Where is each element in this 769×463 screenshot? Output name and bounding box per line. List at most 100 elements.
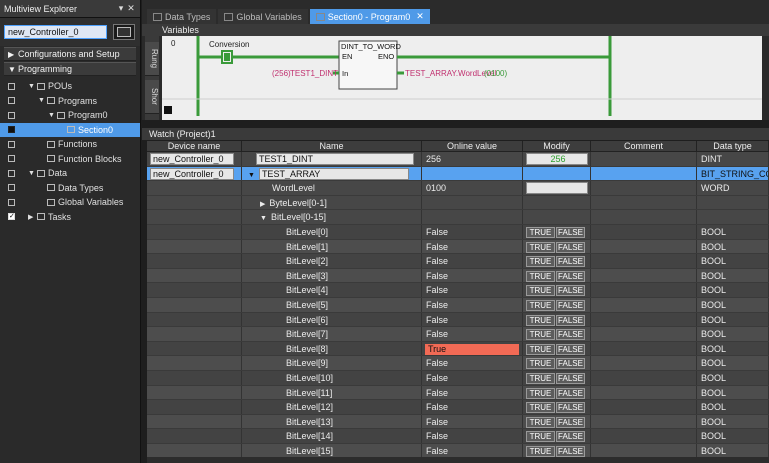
modify-cell[interactable]: TRUE FALSE <box>523 297 591 312</box>
set-false-button[interactable]: FALSE <box>556 416 585 428</box>
name-cell[interactable]: ▼ BitLevel[0-15] <box>242 210 422 224</box>
device-name-cell[interactable] <box>147 312 242 327</box>
tab-global-variables[interactable]: Global Variables <box>218 9 308 24</box>
watch-row[interactable]: BitLevel[6] False TRUE FALSE BOOL <box>147 312 769 328</box>
tree-item-functions[interactable]: Functions <box>0 137 140 152</box>
watch-row[interactable]: BitLevel[8] True TRUE FALSE BOOL <box>147 341 769 357</box>
watch-row[interactable]: BitLevel[14] False TRUE FALSE BOOL <box>147 429 769 444</box>
col-device-name[interactable]: Device name <box>147 141 242 151</box>
modify-cell[interactable]: TRUE FALSE <box>523 414 591 429</box>
set-true-button[interactable]: TRUE <box>526 329 555 341</box>
tree-item-function-blocks[interactable]: Function Blocks <box>0 152 140 167</box>
col-data-type[interactable]: Data type <box>697 141 769 151</box>
name-cell[interactable]: BitLevel[6] <box>242 312 422 327</box>
comment-cell[interactable] <box>591 181 697 195</box>
watch-row[interactable]: ▶ ByteLevel[0-1] <box>147 195 769 211</box>
set-true-button[interactable]: TRUE <box>526 285 555 297</box>
comment-cell[interactable] <box>591 224 697 239</box>
comment-cell[interactable] <box>591 195 697 210</box>
name-cell[interactable]: BitLevel[15] <box>242 443 422 458</box>
tree-checkbox[interactable] <box>8 111 15 119</box>
name-cell[interactable]: BitLevel[3] <box>242 268 422 283</box>
device-name-cell[interactable] <box>147 254 242 268</box>
set-false-button[interactable]: FALSE <box>556 270 585 282</box>
watch-row[interactable]: BitLevel[13] False TRUE FALSE BOOL <box>147 414 769 430</box>
modify-cell[interactable]: TRUE FALSE <box>523 385 591 400</box>
watch-row[interactable]: ▼ BitLevel[0-15] <box>147 210 769 225</box>
tree-checkbox[interactable] <box>8 212 15 221</box>
comment-cell[interactable] <box>591 429 697 443</box>
col-name[interactable]: Name <box>242 141 422 151</box>
device-name-cell[interactable] <box>147 356 242 370</box>
set-true-button[interactable]: TRUE <box>526 314 555 326</box>
tree-item-programs[interactable]: ▼ Programs <box>0 94 140 109</box>
output-variable[interactable]: TEST_ARRAY.WordLevel <box>405 69 496 78</box>
watch-row[interactable]: WordLevel 0100 WORD <box>147 181 769 196</box>
pin-icon[interactable]: ▾ <box>116 3 126 14</box>
device-name-cell[interactable] <box>147 429 242 443</box>
device-name-cell[interactable] <box>147 239 242 254</box>
modify-cell[interactable] <box>523 210 591 224</box>
comment-cell[interactable] <box>591 312 697 327</box>
set-true-button[interactable]: TRUE <box>526 270 555 282</box>
device-name-cell[interactable] <box>147 443 242 458</box>
watch-row[interactable]: BitLevel[3] False TRUE FALSE BOOL <box>147 268 769 284</box>
device-name-cell[interactable] <box>147 297 242 312</box>
set-true-button[interactable]: TRUE <box>526 402 555 414</box>
watch-row[interactable]: BitLevel[7] False TRUE FALSE BOOL <box>147 327 769 342</box>
expand-arrow-icon[interactable]: ▶ <box>260 201 265 208</box>
watch-row[interactable]: BitLevel[11] False TRUE FALSE BOOL <box>147 385 769 401</box>
name-cell[interactable]: WordLevel <box>242 181 422 195</box>
comment-cell[interactable] <box>591 210 697 224</box>
set-true-button[interactable]: TRUE <box>526 358 555 370</box>
device-name-cell[interactable] <box>147 195 242 210</box>
device-name-cell[interactable] <box>147 341 242 356</box>
watch-row[interactable]: BitLevel[9] False TRUE FALSE BOOL <box>147 356 769 371</box>
set-true-button[interactable]: TRUE <box>526 343 555 355</box>
set-true-button[interactable]: TRUE <box>526 241 555 253</box>
set-true-button[interactable]: TRUE <box>526 431 555 443</box>
col-online-value[interactable]: Online value <box>422 141 523 151</box>
device-name-input[interactable]: new_Controller_0 <box>150 167 234 180</box>
tab-data-types[interactable]: Data Types <box>147 9 217 24</box>
set-false-button[interactable]: FALSE <box>556 431 585 443</box>
comment-cell[interactable] <box>591 385 697 400</box>
tree-checkbox[interactable] <box>8 82 15 90</box>
set-true-button[interactable]: TRUE <box>526 387 555 399</box>
modify-cell[interactable]: TRUE FALSE <box>523 356 591 370</box>
section-configurations-and-setup[interactable]: ▶ Configurations and Setup <box>4 47 136 61</box>
tree-item-section0[interactable]: Section0 <box>0 122 140 137</box>
comment-cell[interactable] <box>591 443 697 458</box>
modify-cell[interactable]: TRUE FALSE <box>523 429 591 443</box>
comment-cell[interactable] <box>591 341 697 356</box>
tab-section0-program0[interactable]: Section0 - Program0 ✕ <box>309 9 430 24</box>
tree-checkbox[interactable] <box>8 184 15 192</box>
modify-input[interactable] <box>526 182 588 195</box>
collapse-arrow-icon[interactable]: ▼ <box>248 172 255 179</box>
set-false-button[interactable]: FALSE <box>556 402 585 414</box>
set-false-button[interactable]: FALSE <box>556 299 585 311</box>
tree-item-pous[interactable]: ▼ POUs <box>0 79 140 94</box>
name-cell[interactable]: BitLevel[11] <box>242 385 422 400</box>
comment-cell[interactable] <box>591 254 697 268</box>
name-cell[interactable]: BitLevel[5] <box>242 297 422 312</box>
comment-cell[interactable] <box>591 356 697 370</box>
device-name-input[interactable]: new_Controller_0 <box>150 153 234 165</box>
name-cell[interactable]: BitLevel[8] <box>242 341 422 356</box>
device-name-cell[interactable] <box>147 327 242 341</box>
input-variable[interactable]: TEST1_DINT <box>290 69 338 78</box>
name-cell[interactable]: TEST1_DINT <box>242 152 422 166</box>
comment-cell[interactable] <box>591 370 697 385</box>
comment-cell[interactable] <box>591 152 697 166</box>
controller-selector[interactable]: new_Controller_0 <box>4 25 107 39</box>
comment-cell[interactable] <box>591 414 697 429</box>
watch-row[interactable]: new_Controller_0 TEST1_DINT 256 256 DINT <box>147 152 769 167</box>
name-cell[interactable]: BitLevel[4] <box>242 283 422 297</box>
name-cell[interactable]: ▶ ByteLevel[0-1] <box>242 195 422 210</box>
name-input[interactable]: TEST1_DINT <box>256 153 414 165</box>
modify-cell[interactable]: TRUE FALSE <box>523 370 591 385</box>
modify-cell[interactable] <box>523 195 591 210</box>
set-true-button[interactable]: TRUE <box>526 445 555 457</box>
watch-row[interactable]: BitLevel[10] False TRUE FALSE BOOL <box>147 370 769 386</box>
modify-cell[interactable] <box>523 166 591 181</box>
